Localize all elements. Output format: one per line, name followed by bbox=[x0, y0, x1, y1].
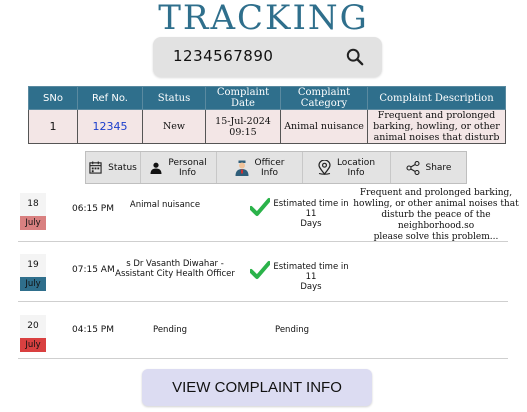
date-month: July bbox=[20, 216, 46, 230]
entry-time: 06:15 PM bbox=[72, 204, 114, 214]
entry-description-line: Frequent and prolonged barking, bbox=[359, 188, 513, 198]
tab-location-info-label-line: Info bbox=[347, 167, 365, 178]
tab-personal-info-label-line: Info bbox=[178, 167, 197, 178]
share-icon bbox=[405, 160, 420, 175]
entry-description-line: howling, or other animal noises that bbox=[353, 199, 519, 209]
date-badge: 18 July bbox=[20, 193, 46, 231]
view-complaint-info-button[interactable]: VIEW COMPLAINT INFO bbox=[142, 369, 372, 406]
tab-officer-info-label: Officer Info bbox=[255, 158, 285, 178]
column-header-category: Complaint Category bbox=[280, 86, 368, 110]
tab-officer-info-label-line: Officer bbox=[254, 157, 285, 168]
table-row: 1 12345 New 15-Jul-2024 09:15 Animal nui… bbox=[28, 109, 506, 144]
person-icon bbox=[150, 162, 162, 174]
column-header-sno: SNo bbox=[28, 86, 78, 110]
location-pin-icon bbox=[318, 160, 331, 175]
cell-date: 15-Jul-2024 09:15 bbox=[205, 109, 281, 144]
search-bar[interactable]: 1234567890 bbox=[153, 37, 382, 77]
search-icon[interactable] bbox=[346, 48, 364, 66]
search-input[interactable]: 1234567890 bbox=[173, 47, 273, 65]
cell-sno: 1 bbox=[28, 109, 78, 144]
entry-estimate-line: Days bbox=[300, 282, 322, 292]
tab-personal-info-label-line: Personal bbox=[168, 157, 207, 168]
tab-location-info-label: Location Info bbox=[337, 158, 375, 178]
cell-date-time: 09:15 bbox=[229, 126, 257, 138]
date-day: 20 bbox=[20, 315, 46, 338]
entry-estimate: Estimated time in 11 Days bbox=[268, 199, 354, 229]
date-badge: 20 July bbox=[20, 315, 46, 353]
tab-location-info-label-line: Location bbox=[336, 157, 376, 168]
column-header-date: Complaint Date bbox=[205, 86, 281, 110]
cell-ref-link[interactable]: 12345 bbox=[77, 109, 143, 144]
tab-status-label: Status bbox=[108, 162, 137, 173]
entry-estimate: Pending bbox=[275, 325, 309, 335]
tab-status[interactable]: Status bbox=[86, 152, 141, 183]
checkmark-icon bbox=[250, 261, 270, 279]
tab-share[interactable]: Share bbox=[391, 152, 466, 183]
timeline-entry: 18 July 06:15 PM Animal nuisance Estimat… bbox=[0, 188, 527, 243]
entry-estimate-line: Estimated time in 11 bbox=[273, 262, 349, 282]
entry-status-line: s Dr Vasanth Diwahar - bbox=[126, 259, 224, 269]
entry-description: Frequent and prolonged barking, howling,… bbox=[352, 188, 520, 243]
column-header-description: Complaint Description bbox=[367, 86, 506, 110]
date-day: 18 bbox=[20, 193, 46, 216]
officer-icon bbox=[235, 160, 248, 176]
column-header-ref: Ref No. bbox=[77, 86, 143, 110]
tab-personal-info[interactable]: Personal Info bbox=[141, 152, 217, 183]
cell-date-day: 15-Jul-2024 bbox=[215, 115, 271, 127]
column-header-status: Status bbox=[142, 86, 206, 110]
divider bbox=[18, 301, 508, 302]
entry-estimate: Estimated time in 11 Days bbox=[268, 262, 354, 292]
date-month: July bbox=[20, 277, 46, 291]
timeline-entry: 20 July 04:15 PM Pending Pending bbox=[0, 305, 527, 360]
entry-description-line: disturb the peace of the neighborhood.so bbox=[381, 210, 491, 231]
cell-description: Frequent and prolonged barking, howling,… bbox=[367, 109, 506, 144]
page-title: TRACKING bbox=[158, 0, 369, 38]
date-day: 19 bbox=[20, 254, 46, 277]
divider bbox=[18, 358, 508, 359]
cell-status: New bbox=[142, 109, 206, 144]
cell-description-line: animal noises that disturb bbox=[373, 132, 500, 143]
date-month: July bbox=[20, 338, 46, 352]
checkmark-icon bbox=[250, 198, 270, 216]
calendar-icon bbox=[89, 161, 102, 174]
cell-description-line: Frequent and prolonged bbox=[377, 110, 496, 121]
entry-estimate-line: Estimated time in 11 bbox=[273, 199, 349, 219]
entry-status: Animal nuisance bbox=[129, 200, 201, 210]
complaint-table: SNo Ref No. Status Complaint Date Compla… bbox=[28, 86, 506, 144]
cell-description-line: barking, howling, or other bbox=[373, 121, 500, 132]
divider bbox=[18, 241, 508, 242]
tab-location-info[interactable]: Location Info bbox=[303, 152, 391, 183]
entry-time: 04:15 PM bbox=[72, 325, 114, 335]
tab-officer-info-label-line: Info bbox=[260, 167, 279, 178]
entry-estimate-line: Days bbox=[300, 219, 322, 229]
tab-share-label: Share bbox=[425, 162, 452, 173]
tab-personal-info-label: Personal Info bbox=[168, 158, 206, 178]
table-header-row: SNo Ref No. Status Complaint Date Compla… bbox=[28, 86, 506, 110]
entry-status: s Dr Vasanth Diwahar - Assistant City He… bbox=[106, 259, 244, 279]
entry-status: Pending bbox=[153, 325, 187, 335]
info-tabs: Status Personal Info Officer Info Locati… bbox=[85, 151, 467, 184]
entry-status-line: Assistant City Health Officer bbox=[115, 269, 235, 279]
cell-category: Animal nuisance bbox=[280, 109, 368, 144]
date-badge: 19 July bbox=[20, 254, 46, 292]
tab-officer-info[interactable]: Officer Info bbox=[217, 152, 303, 183]
timeline-entry: 19 July 07:15 AM s Dr Vasanth Diwahar - … bbox=[0, 247, 527, 302]
